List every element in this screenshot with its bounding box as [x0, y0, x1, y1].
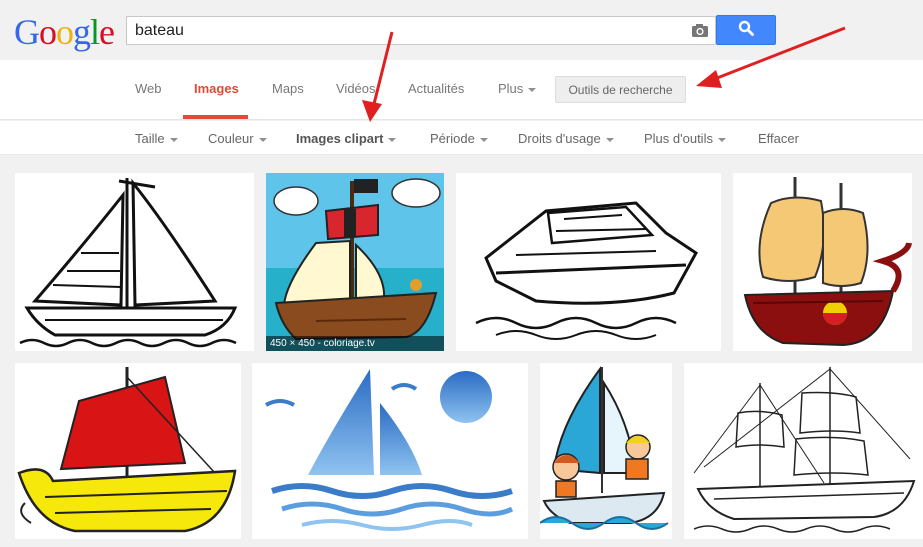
image-caption: 450 × 450 - coloriage.tv	[266, 336, 444, 351]
search-button[interactable]	[716, 15, 776, 45]
tab-news[interactable]: Actualités	[408, 81, 464, 96]
image-result-motor-yacht[interactable]	[456, 173, 721, 351]
tab-videos[interactable]: Vidéos	[336, 81, 376, 96]
tab-maps[interactable]: Maps	[272, 81, 304, 96]
tool-clear[interactable]: Effacer	[758, 131, 799, 146]
tool-color[interactable]: Couleur	[208, 131, 267, 146]
tool-size[interactable]: Taille	[135, 131, 178, 146]
tool-label: Couleur	[208, 131, 254, 146]
logo-letter: o	[56, 12, 74, 52]
chevron-down-icon	[528, 87, 537, 92]
search-tools-button[interactable]: Outils de recherche	[555, 76, 686, 103]
tool-label: Plus d'outils	[644, 131, 713, 146]
logo-letter: l	[90, 12, 100, 52]
active-tab-indicator	[183, 115, 248, 119]
image-result-viking-ship[interactable]	[15, 363, 241, 539]
image-result-blue-sailboat[interactable]	[252, 363, 528, 539]
image-result-sailboat-outline[interactable]	[15, 173, 254, 351]
logo-letter: g	[73, 12, 91, 52]
search-box	[126, 16, 716, 45]
search-tools-label: Outils de recherche	[568, 82, 673, 97]
chevron-down-icon	[258, 137, 267, 142]
logo-letter: o	[39, 12, 57, 52]
tab-more-label: Plus	[498, 81, 524, 96]
chevron-down-icon	[717, 137, 726, 142]
chevron-down-icon	[169, 137, 178, 142]
image-result-kids-sailboat[interactable]	[540, 363, 672, 539]
tool-label: Période	[430, 131, 475, 146]
header: Google	[0, 0, 923, 60]
chevron-down-icon	[479, 137, 488, 142]
search-type-nav: Web Images Maps Vidéos Actualités Plus O…	[0, 60, 923, 120]
tool-period[interactable]: Période	[430, 131, 488, 146]
image-result-pirate-ship[interactable]: 450 × 450 - coloriage.tv	[266, 173, 444, 351]
tool-type[interactable]: Images clipart	[296, 131, 397, 146]
search-input[interactable]	[135, 17, 685, 44]
tab-images[interactable]: Images	[194, 81, 239, 96]
search-tools-bar: Taille Couleur Images clipart Période Dr…	[0, 121, 923, 155]
image-result-galleon[interactable]	[733, 173, 912, 351]
google-logo[interactable]: Google	[14, 12, 115, 52]
tab-web[interactable]: Web	[135, 81, 162, 96]
image-result-tall-ship[interactable]	[684, 363, 923, 539]
tool-label: Droits d'usage	[518, 131, 601, 146]
logo-letter: G	[14, 12, 40, 52]
logo-letter: e	[99, 12, 115, 52]
chevron-down-icon	[605, 137, 614, 142]
google-images-page: Google Web Images	[0, 0, 923, 547]
image-results-grid: 450 × 450 - coloriage.tv	[0, 155, 923, 547]
tool-more[interactable]: Plus d'outils	[644, 131, 726, 146]
chevron-down-icon	[388, 137, 397, 142]
tool-usage-rights[interactable]: Droits d'usage	[518, 131, 614, 146]
tool-label: Taille	[135, 131, 165, 146]
tab-more[interactable]: Plus	[498, 81, 537, 96]
search-icon	[738, 20, 754, 41]
tool-label: Images clipart	[296, 131, 384, 146]
camera-icon[interactable]	[691, 23, 709, 38]
